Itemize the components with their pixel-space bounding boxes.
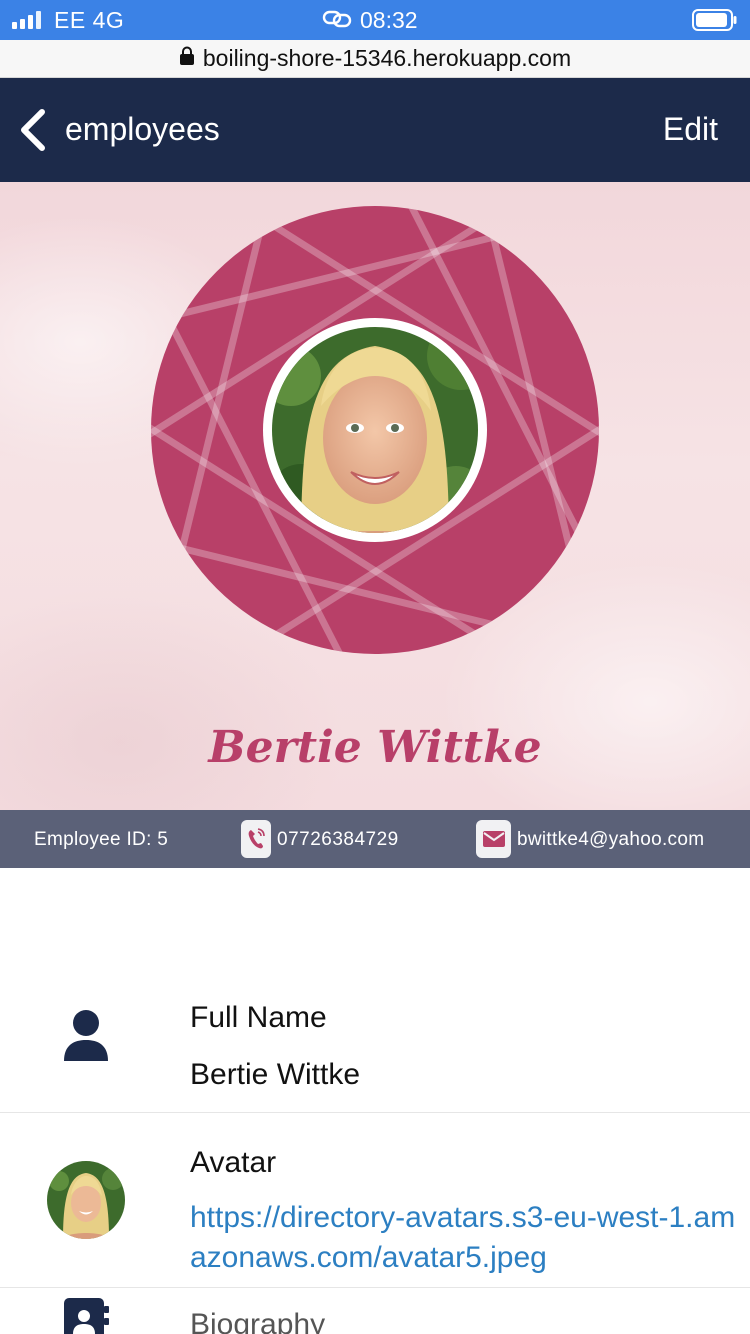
back-link-employees[interactable]: employees (65, 111, 220, 148)
detail-label: Full Name (190, 1001, 327, 1034)
phone-icon (241, 820, 271, 858)
employee-id: Employee ID: 5 (34, 829, 169, 850)
phone-link[interactable]: 07726384729 (277, 829, 399, 851)
url-text: boiling-shore-15346.herokuapp.com (202, 45, 572, 71)
lock-icon (179, 45, 195, 72)
detail-label: Biography (190, 1308, 326, 1334)
address-book-icon (62, 1296, 110, 1334)
envelope-icon (476, 820, 511, 858)
status-bar: EE 4G 08:32 (0, 0, 750, 40)
user-icon (62, 1009, 110, 1070)
clock: 08:32 (360, 7, 418, 33)
detail-label: Avatar (190, 1146, 277, 1179)
detail-row-avatar: Avatar https://directory-avatars.s3-eu-w… (0, 1113, 750, 1288)
link-icon (322, 8, 352, 36)
signal-bars-icon (12, 11, 41, 29)
profile-hero: Bertie Wittke (0, 182, 750, 810)
detail-value: Bertie Wittke (190, 1058, 361, 1091)
edit-button[interactable]: Edit (663, 111, 718, 148)
contact-strip: Employee ID: 5 07726384729 bwittke4@yaho… (0, 810, 750, 868)
url-bar[interactable]: boiling-shore-15346.herokuapp.com (0, 40, 750, 78)
carrier-label: EE 4G (54, 7, 125, 33)
detail-row-full-name: Full Name Bertie Wittke (0, 985, 750, 1113)
detail-row-biography: Biography (0, 1288, 750, 1334)
avatar-url-link[interactable]: https://directory-avatars.s3-eu-west-1.a… (190, 1198, 740, 1278)
avatar (47, 1161, 125, 1239)
profile-ring (151, 206, 599, 654)
battery-icon (692, 9, 738, 37)
employee-name-heading: Bertie Wittke (208, 722, 542, 773)
chevron-left-icon[interactable] (16, 108, 48, 157)
email-link[interactable]: bwittke4@yahoo.com (517, 829, 704, 851)
nav-header: employees Edit (0, 78, 750, 182)
